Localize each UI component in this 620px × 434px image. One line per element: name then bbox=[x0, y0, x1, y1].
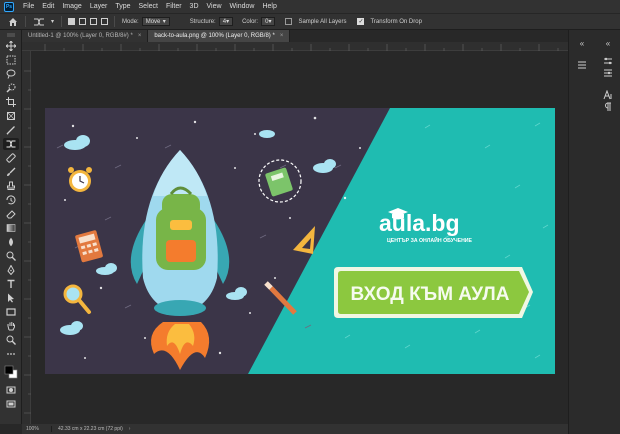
mode-value: Move bbox=[145, 18, 161, 25]
tools-panel bbox=[0, 30, 22, 424]
menu-filter[interactable]: Filter bbox=[162, 3, 186, 10]
chevron-down-icon: ▾ bbox=[162, 19, 166, 25]
collapse-chevron-icon[interactable]: « bbox=[576, 38, 588, 48]
intersect-selection-icon[interactable] bbox=[101, 18, 109, 25]
pen-icon[interactable] bbox=[3, 264, 19, 276]
status-bar: 100% 42.33 cm x 22.23 cm (72 ppi) › bbox=[22, 424, 568, 434]
clone-stamp-icon[interactable] bbox=[3, 180, 19, 192]
menu-layer[interactable]: Layer bbox=[86, 3, 112, 10]
vertical-ruler[interactable] bbox=[22, 51, 31, 424]
subtract-from-selection-icon[interactable] bbox=[90, 18, 98, 25]
color-input[interactable]: 0 ▾ bbox=[261, 17, 276, 26]
eyedropper-icon[interactable] bbox=[3, 124, 19, 136]
sample-all-layers-label: Sample All Layers bbox=[298, 18, 347, 25]
frame-icon[interactable] bbox=[3, 110, 19, 122]
menu-type[interactable]: Type bbox=[111, 3, 134, 10]
properties-panel-icon[interactable] bbox=[602, 68, 614, 78]
zoom-level[interactable]: 100% bbox=[22, 426, 52, 432]
dock-column-2: « bbox=[595, 30, 620, 434]
menu-window[interactable]: Window bbox=[226, 3, 259, 10]
document-info[interactable]: 42.33 cm x 22.23 cm (72 ppi) bbox=[52, 426, 123, 432]
quick-select-icon[interactable] bbox=[3, 82, 19, 94]
crop-icon[interactable] bbox=[3, 96, 19, 108]
banner-artwork: aula.bg ЦЕНТЪР ЗА ОНЛАЙН ОБУЧЕНИЕ ВХОД К… bbox=[45, 108, 555, 374]
brush-icon[interactable] bbox=[3, 166, 19, 178]
color-label: Color: bbox=[242, 18, 259, 25]
mode-select[interactable]: Move ▾ bbox=[141, 17, 170, 26]
history-brush-icon[interactable] bbox=[3, 194, 19, 206]
dock-column-1: « bbox=[569, 30, 595, 434]
transform-on-drop-label: Transform On Drop bbox=[370, 18, 422, 25]
home-icon[interactable] bbox=[8, 16, 18, 28]
tab-untitled-1[interactable]: Untitled-1 @ 100% (Layer 0, RGB/8#) * × bbox=[22, 30, 149, 42]
gradient-icon[interactable] bbox=[3, 222, 19, 234]
tool-preset-chevron-icon[interactable]: ▾ bbox=[51, 18, 54, 25]
history-panel-icon[interactable] bbox=[576, 60, 588, 70]
document-canvas-image[interactable]: aula.bg ЦЕНТЪР ЗА ОНЛАЙН ОБУЧЕНИЕ ВХОД К… bbox=[45, 108, 555, 374]
chevron-right-icon[interactable]: › bbox=[129, 426, 131, 432]
sample-all-layers-checkbox[interactable] bbox=[285, 18, 293, 25]
cta-button[interactable]: ВХОД КЪМ АУЛА bbox=[334, 267, 533, 318]
options-bar: ▾ Mode: Move ▾ Structure: 4 ▾ Color: 0 ▾ Sa… bbox=[0, 13, 620, 30]
tab-back-to-aula[interactable]: back-to-aula.png @ 100% (Layer 0, RGB/8)… bbox=[148, 30, 291, 42]
hand-icon[interactable] bbox=[3, 320, 19, 332]
lasso-icon[interactable] bbox=[3, 68, 19, 80]
mode-label: Mode: bbox=[122, 18, 139, 25]
eraser-icon[interactable] bbox=[3, 208, 19, 220]
color-swatches-icon[interactable] bbox=[3, 364, 19, 380]
add-to-selection-icon[interactable] bbox=[79, 18, 87, 25]
horizontal-ruler[interactable] bbox=[22, 42, 568, 51]
menu-help[interactable]: Help bbox=[258, 3, 280, 10]
rectangle-icon[interactable] bbox=[3, 306, 19, 318]
divider bbox=[114, 16, 116, 27]
menu-bar: Ps File Edit Image Layer Type Select Fil… bbox=[0, 0, 620, 13]
new-selection-icon[interactable] bbox=[68, 18, 76, 25]
content-aware-move-icon[interactable] bbox=[3, 138, 19, 150]
marquee-icon[interactable] bbox=[3, 54, 19, 66]
more-tools-icon[interactable] bbox=[3, 348, 19, 360]
move-icon[interactable] bbox=[3, 40, 19, 52]
chevron-down-icon: ▾ bbox=[268, 19, 272, 25]
type-icon[interactable] bbox=[3, 278, 19, 290]
quick-mask-icon[interactable] bbox=[3, 384, 19, 396]
collapse-chevron-icon[interactable]: « bbox=[602, 38, 614, 48]
toolbar-grip-icon[interactable] bbox=[3, 32, 19, 38]
close-icon[interactable]: × bbox=[138, 33, 142, 39]
structure-input[interactable]: 4 ▾ bbox=[218, 17, 234, 26]
content-aware-move-icon[interactable] bbox=[33, 16, 45, 28]
menu-image[interactable]: Image bbox=[58, 3, 85, 10]
menu-view[interactable]: View bbox=[203, 3, 226, 10]
menu-3d[interactable]: 3D bbox=[186, 3, 203, 10]
divider bbox=[61, 16, 63, 27]
tab-label: back-to-aula.png @ 100% (Layer 0, RGB/8)… bbox=[154, 33, 275, 39]
blur-icon[interactable] bbox=[3, 236, 19, 248]
close-icon[interactable]: × bbox=[280, 33, 284, 39]
dodge-icon[interactable] bbox=[3, 250, 19, 262]
cta-label: ВХОД КЪМ АУЛА bbox=[351, 284, 510, 305]
healing-brush-icon[interactable] bbox=[3, 152, 19, 164]
photoshop-logo-icon[interactable]: Ps bbox=[4, 1, 14, 12]
document-tab-bar: Untitled-1 @ 100% (Layer 0, RGB/8#) * × … bbox=[22, 30, 568, 42]
structure-label: Structure: bbox=[189, 18, 216, 25]
panel-dock: « « bbox=[568, 30, 620, 434]
character-panel-icon[interactable] bbox=[602, 90, 614, 100]
menu-edit[interactable]: Edit bbox=[38, 3, 58, 10]
zoom-icon[interactable] bbox=[3, 334, 19, 346]
menu-select[interactable]: Select bbox=[135, 3, 162, 10]
tab-label: Untitled-1 @ 100% (Layer 0, RGB/8#) * bbox=[28, 33, 133, 39]
chevron-down-icon: ▾ bbox=[226, 19, 230, 25]
logo-tagline: ЦЕНТЪР ЗА ОНЛАЙН ОБУЧЕНИЕ bbox=[387, 236, 473, 244]
transform-on-drop-checkbox[interactable]: ✓ bbox=[357, 18, 365, 25]
divider bbox=[25, 16, 26, 27]
adjustments-panel-icon[interactable] bbox=[602, 56, 614, 66]
path-select-icon[interactable] bbox=[3, 292, 19, 304]
screen-mode-icon[interactable] bbox=[3, 398, 19, 410]
paragraph-panel-icon[interactable] bbox=[602, 102, 614, 112]
menu-file[interactable]: File bbox=[19, 3, 38, 10]
logo-text: aula.bg bbox=[379, 210, 460, 236]
